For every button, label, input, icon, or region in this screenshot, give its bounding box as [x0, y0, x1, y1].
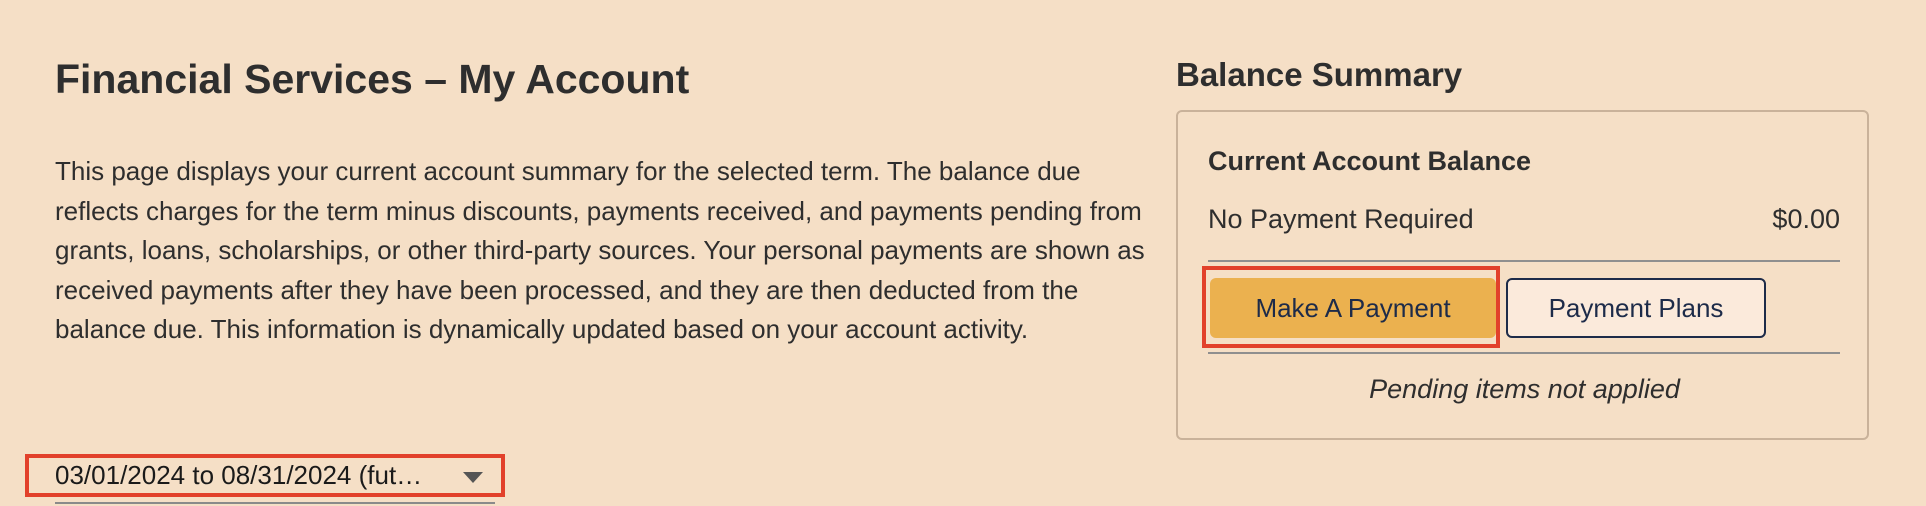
term-select-underline: [55, 502, 495, 504]
balance-status-label: No Payment Required: [1208, 204, 1474, 234]
intro-paragraph: This page displays your current account …: [55, 156, 1145, 344]
chevron-down-icon: [463, 472, 483, 483]
term-select[interactable]: 03/01/2024 to 08/31/2024 (fut…: [25, 454, 505, 497]
balance-summary-card: Current Account Balance No Payment Requi…: [1176, 110, 1869, 440]
divider: [1208, 352, 1840, 354]
payment-plans-button[interactable]: Payment Plans: [1506, 278, 1766, 338]
term-select-value: 03/01/2024 to 08/31/2024 (fut…: [55, 460, 423, 490]
balance-row: No Payment Required $0.00: [1208, 204, 1840, 235]
balance-summary-heading: Balance Summary: [1176, 56, 1463, 93]
account-page: Financial Services – My Account This pag…: [0, 0, 1926, 506]
divider: [1208, 260, 1840, 262]
current-balance-title: Current Account Balance: [1208, 146, 1532, 176]
balance-amount: $0.00: [1772, 204, 1840, 234]
pending-items-note: Pending items not applied: [1369, 374, 1680, 404]
make-payment-button[interactable]: Make A Payment: [1210, 278, 1496, 338]
page-title: Financial Services – My Account: [55, 56, 690, 102]
